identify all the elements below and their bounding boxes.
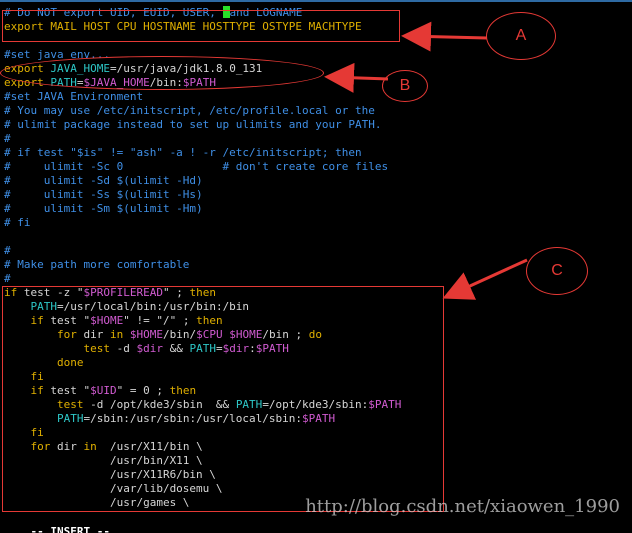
editor-line-text: # You may use /etc/initscript, /etc/prof… (4, 104, 375, 117)
editor-line[interactable]: PATH=/sbin:/usr/sbin:/usr/local/sbin:$PA… (4, 412, 624, 426)
editor-line-text: # (4, 272, 11, 285)
editor-line-text: if test "$HOME" != "/" ; then (30, 314, 223, 327)
editor-line[interactable]: PATH=/usr/local/bin:/usr/bin:/bin (4, 300, 624, 314)
editor-line-text: # Make path more comfortable (4, 258, 190, 271)
editor-line-text: if test -z "$PROFILEREAD" ; then (4, 286, 216, 299)
editor-line[interactable]: test -d $dir && PATH=$dir:$PATH (4, 342, 624, 356)
editor-line[interactable]: if test "$HOME" != "/" ; then (4, 314, 624, 328)
editor-line-text: export MAIL HOST CPU HOSTNAME HOSTTYPE O… (4, 20, 362, 33)
window-top-border (0, 0, 632, 2)
editor-line[interactable]: test -d /opt/kde3/sbin && PATH=/opt/kde3… (4, 398, 624, 412)
editor-line-text: done (56, 356, 84, 369)
editor-line-text: # ulimit -Sm $(ulimit -Hm) (4, 202, 203, 215)
editor-line[interactable]: /usr/bin/X11 \ (4, 454, 624, 468)
editor-line-text: /usr/games \ (4, 496, 190, 509)
editor-line-text: test -d /opt/kde3/sbin && PATH=/opt/kde3… (56, 398, 402, 411)
editor-line-text: # Do NOT export UID, EUID, USER, (4, 6, 223, 19)
editor-line[interactable]: # ulimit -Sm $(ulimit -Hm) (4, 202, 624, 216)
editor-line[interactable]: export PATH=$JAVA_HOME/bin:$PATH (4, 76, 624, 90)
editor-line[interactable]: if test "$UID" = 0 ; then (4, 384, 624, 398)
editor-line[interactable]: for dir in $HOME/bin/$CPU $HOME/bin ; do (4, 328, 624, 342)
editor-line-text: and LOGNAME (229, 6, 303, 19)
text-cursor (222, 6, 230, 18)
editor-line[interactable]: # ulimit -Sd $(ulimit -Hd) (4, 174, 624, 188)
callout-c-label: C (551, 262, 563, 279)
editor-line-text: export PATH=$JAVA_HOME/bin:$PATH (4, 76, 216, 89)
editor-line[interactable]: # (4, 132, 624, 146)
editor-line-text: for dir in /usr/X11/bin \ (30, 440, 203, 453)
editor-line[interactable]: #set JAVA Environment (4, 90, 624, 104)
editor-line-text: PATH=/usr/local/bin:/usr/bin:/bin (30, 300, 250, 313)
editor-line-text: for dir in $HOME/bin/$CPU $HOME/bin ; do (56, 328, 322, 341)
editor-line[interactable]: # fi (4, 216, 624, 230)
editor-line-text: # (4, 132, 11, 145)
editor-line-text: #set JAVA Environment (4, 90, 144, 103)
editor-line[interactable]: done (4, 356, 624, 370)
editor-line-text: /usr/bin/X11 \ (4, 454, 203, 467)
terminal-window: # Do NOT export UID, EUID, USER, and LOG… (0, 0, 632, 533)
editor-line[interactable]: # if test "$is" != "ash" -a ! -r /etc/in… (4, 146, 624, 160)
editor-line-text: export JAVA_HOME=/usr/java/jdk1.8.0_131 (4, 62, 263, 75)
callout-a: A (486, 12, 556, 60)
editor-line[interactable]: /var/lib/dosemu \ (4, 482, 624, 496)
callout-b: B (382, 70, 428, 102)
editor-line-text: # fi (4, 216, 31, 229)
editor-line[interactable]: for dir in /usr/X11/bin \ (4, 440, 624, 454)
editor-line[interactable]: fi (4, 370, 624, 384)
editor-line[interactable]: fi (4, 426, 624, 440)
editor-line[interactable]: # ulimit package instead to set up ulimi… (4, 118, 624, 132)
editor-line-text: # if test "$is" != "ash" -a ! -r /etc/in… (4, 146, 362, 159)
editor-line-text: fi (30, 370, 44, 383)
editor-line-text: #set java env... (4, 48, 110, 61)
vim-status-line: -- INSERT -- (4, 511, 110, 533)
editor-line-text: # (4, 244, 11, 257)
editor-line-text: if test "$UID" = 0 ; then (30, 384, 197, 397)
editor-line-text: /var/lib/dosemu \ (4, 482, 223, 495)
insert-mode-indicator: -- INSERT -- (30, 525, 110, 533)
editor-line-text: /usr/X11R6/bin \ (4, 468, 216, 481)
editor-line-text: # ulimit -Sd $(ulimit -Hd) (4, 174, 203, 187)
editor-line[interactable]: # You may use /etc/initscript, /etc/prof… (4, 104, 624, 118)
editor-line[interactable]: /usr/X11R6/bin \ (4, 468, 624, 482)
editor-line-text: # ulimit -Sc 0 # don't create core files (4, 160, 389, 173)
callout-a-label: A (515, 27, 527, 44)
watermark: http://blog.csdn.net/xiaowen_1990 (305, 498, 620, 516)
watermark-text: http://blog.csdn.net/xiaowen_1990 (305, 496, 620, 517)
editor-line-text: test -d $dir && PATH=$dir:$PATH (83, 342, 289, 355)
editor-line-text: fi (30, 426, 44, 439)
editor-line-text: PATH=/sbin:/usr/sbin:/usr/local/sbin:$PA… (56, 412, 336, 425)
editor-line[interactable] (4, 230, 624, 244)
editor-line[interactable]: # ulimit -Ss $(ulimit -Hs) (4, 188, 624, 202)
callout-c: C (526, 247, 588, 295)
editor-line[interactable]: if test -z "$PROFILEREAD" ; then (4, 286, 624, 300)
editor-line-text: # ulimit -Ss $(ulimit -Hs) (4, 188, 203, 201)
callout-b-label: B (399, 77, 411, 94)
editor-line-text: # ulimit package instead to set up ulimi… (4, 118, 382, 131)
editor-line[interactable]: export JAVA_HOME=/usr/java/jdk1.8.0_131 (4, 62, 624, 76)
editor-line[interactable]: # ulimit -Sc 0 # don't create core files (4, 160, 624, 174)
